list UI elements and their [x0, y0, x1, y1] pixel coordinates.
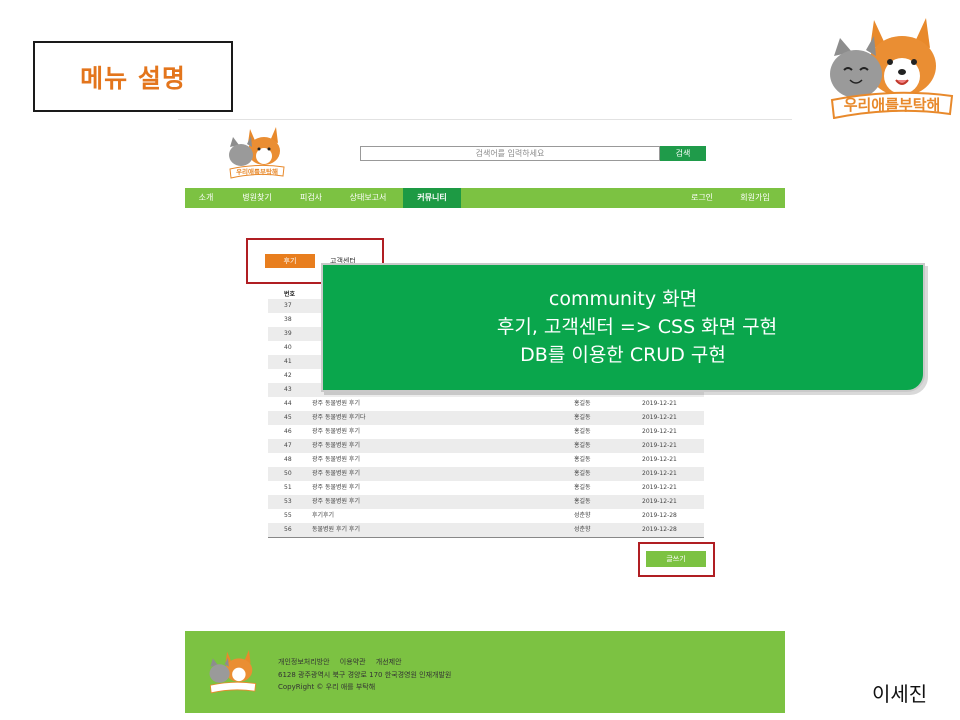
row-title: 광주 동물병원 후기	[312, 456, 360, 463]
row-date: 2019-12-21	[642, 470, 677, 477]
row-number: 51	[284, 484, 292, 491]
annotation-callout: community 화면 후기, 고객센터 => CSS 화면 구현 DB를 이…	[321, 263, 925, 392]
row-writer: 홍길동	[574, 456, 591, 463]
row-number: 39	[284, 330, 292, 337]
row-number: 55	[284, 512, 292, 519]
write-highlight-box	[638, 542, 715, 577]
row-number: 46	[284, 428, 292, 435]
row-title: 광주 동물병원 후기	[312, 442, 360, 449]
row-number: 37	[284, 302, 292, 309]
nav-item-hospital[interactable]: 병원찾기	[227, 188, 287, 208]
footer-address: 6128 광주광역시 북구 경양로 170 한국경영원 인재개발원	[278, 671, 452, 679]
svg-text:우리애를부탁해: 우리애를부탁해	[844, 96, 941, 114]
table-bottom-border	[268, 537, 704, 538]
row-writer: 홍길동	[574, 498, 591, 505]
row-date: 2019-12-21	[642, 442, 677, 449]
row-writer: 홍길동	[574, 484, 591, 491]
header-number: 번호	[284, 291, 296, 298]
row-number: 45	[284, 414, 292, 421]
svg-text:우리애를부탁해: 우리애를부탁해	[236, 167, 278, 176]
row-date: 2019-12-21	[642, 414, 677, 421]
row-number: 47	[284, 442, 292, 449]
footer-logo-icon	[209, 650, 257, 694]
nav-item-intro[interactable]: 소개	[185, 188, 227, 208]
row-number: 56	[284, 526, 292, 533]
nav-item-community[interactable]: 커뮤니티	[403, 188, 461, 208]
table-row[interactable]: 51 광주 동물병원 후기 홍길동 2019-12-21	[268, 481, 704, 495]
row-date: 2019-12-28	[642, 512, 677, 519]
row-number: 42	[284, 372, 292, 379]
row-number: 48	[284, 456, 292, 463]
row-title: 광주 동물병원 후기	[312, 428, 360, 435]
row-writer: 홍길동	[574, 414, 591, 421]
row-writer: 홍길동	[574, 428, 591, 435]
row-writer: 홍길동	[574, 442, 591, 449]
table-row[interactable]: 45 광주 동물병원 후기다 홍길동 2019-12-21	[268, 411, 704, 425]
row-writer: 홍길동	[574, 470, 591, 477]
nav-item-status-report[interactable]: 상태보고서	[335, 188, 401, 208]
table-row[interactable]: 44 광주 동물병원 후기 홍길동 2019-12-21	[268, 397, 704, 411]
row-date: 2019-12-21	[642, 484, 677, 491]
row-number: 50	[284, 470, 292, 477]
presenter-name: 이세진	[872, 682, 928, 706]
row-date: 2019-12-28	[642, 526, 677, 533]
table-row[interactable]: 48 광주 동물병원 후기 홍길동 2019-12-21	[268, 453, 704, 467]
footer-link-terms[interactable]: 이용약관	[340, 658, 366, 666]
table-row[interactable]: 55 후기후기 성춘향 2019-12-28	[268, 509, 704, 523]
row-title: 광주 동물병원 후기	[312, 470, 360, 477]
row-number: 38	[284, 316, 292, 323]
row-date: 2019-12-21	[642, 456, 677, 463]
row-date: 2019-12-21	[642, 428, 677, 435]
slide-title: 메뉴 설명	[33, 41, 233, 112]
row-date: 2019-12-21	[642, 498, 677, 505]
row-title: 후기후기	[312, 512, 335, 519]
table-row[interactable]: 50 광주 동물병원 후기 홍길동 2019-12-21	[268, 467, 704, 481]
row-number: 53	[284, 498, 292, 505]
footer-links: 개인정보처리방안 이용약관 개선제안	[278, 657, 410, 667]
row-date: 2019-12-21	[642, 400, 677, 407]
nav-item-blood-test[interactable]: 피검사	[287, 188, 335, 208]
footer-link-suggestion[interactable]: 개선제안	[376, 658, 402, 666]
row-title: 동물병원 후기 후기	[312, 526, 360, 533]
main-nav: 소개 병원찾기 피검사 상태보고서 커뮤니티 로그인 회원가입	[185, 188, 785, 208]
row-writer: 성춘향	[574, 512, 591, 519]
table-row[interactable]: 46 광주 동물병원 후기 홍길동 2019-12-21	[268, 425, 704, 439]
screenshot-divider	[178, 119, 792, 120]
nav-item-signup[interactable]: 회원가입	[727, 188, 783, 208]
search-button[interactable]: 검색	[660, 146, 706, 161]
cat-dog-logo-icon: 우리애를부탁해	[830, 18, 954, 119]
table-row[interactable]: 53 광주 동물병원 후기 홍길동 2019-12-21	[268, 495, 704, 509]
callout-line-2: 후기, 고객센터 => CSS 화면 구현	[496, 316, 778, 338]
search-input[interactable]: 검색어를 입력하세요	[360, 146, 660, 161]
row-number: 40	[284, 344, 292, 351]
site-logo-icon[interactable]: 우리애를부탁해	[226, 125, 288, 179]
row-title: 광주 동물병원 후기	[312, 400, 360, 407]
nav-item-login[interactable]: 로그인	[679, 188, 725, 208]
table-row[interactable]: 56 동물병원 후기 후기 성춘향 2019-12-28	[268, 523, 704, 537]
table-row[interactable]: 47 광주 동물병원 후기 홍길동 2019-12-21	[268, 439, 704, 453]
row-writer: 성춘향	[574, 526, 591, 533]
row-title: 광주 동물병원 후기	[312, 498, 360, 505]
row-title: 광주 동물병원 후기	[312, 484, 360, 491]
callout-line-1: community 화면	[548, 288, 698, 310]
row-number: 44	[284, 400, 292, 407]
footer-copyright: CopyRight © 우리 애를 부탁해	[278, 683, 376, 691]
row-number: 43	[284, 386, 292, 393]
row-writer: 홍길동	[574, 400, 591, 407]
footer-link-privacy[interactable]: 개인정보처리방안	[278, 658, 330, 666]
callout-line-3: DB를 이용한 CRUD 구현	[520, 344, 726, 366]
row-title: 광주 동물병원 후기다	[312, 414, 366, 421]
site-footer: 개인정보처리방안 이용약관 개선제안 6128 광주광역시 북구 경양로 170…	[185, 631, 785, 713]
row-number: 41	[284, 358, 292, 365]
